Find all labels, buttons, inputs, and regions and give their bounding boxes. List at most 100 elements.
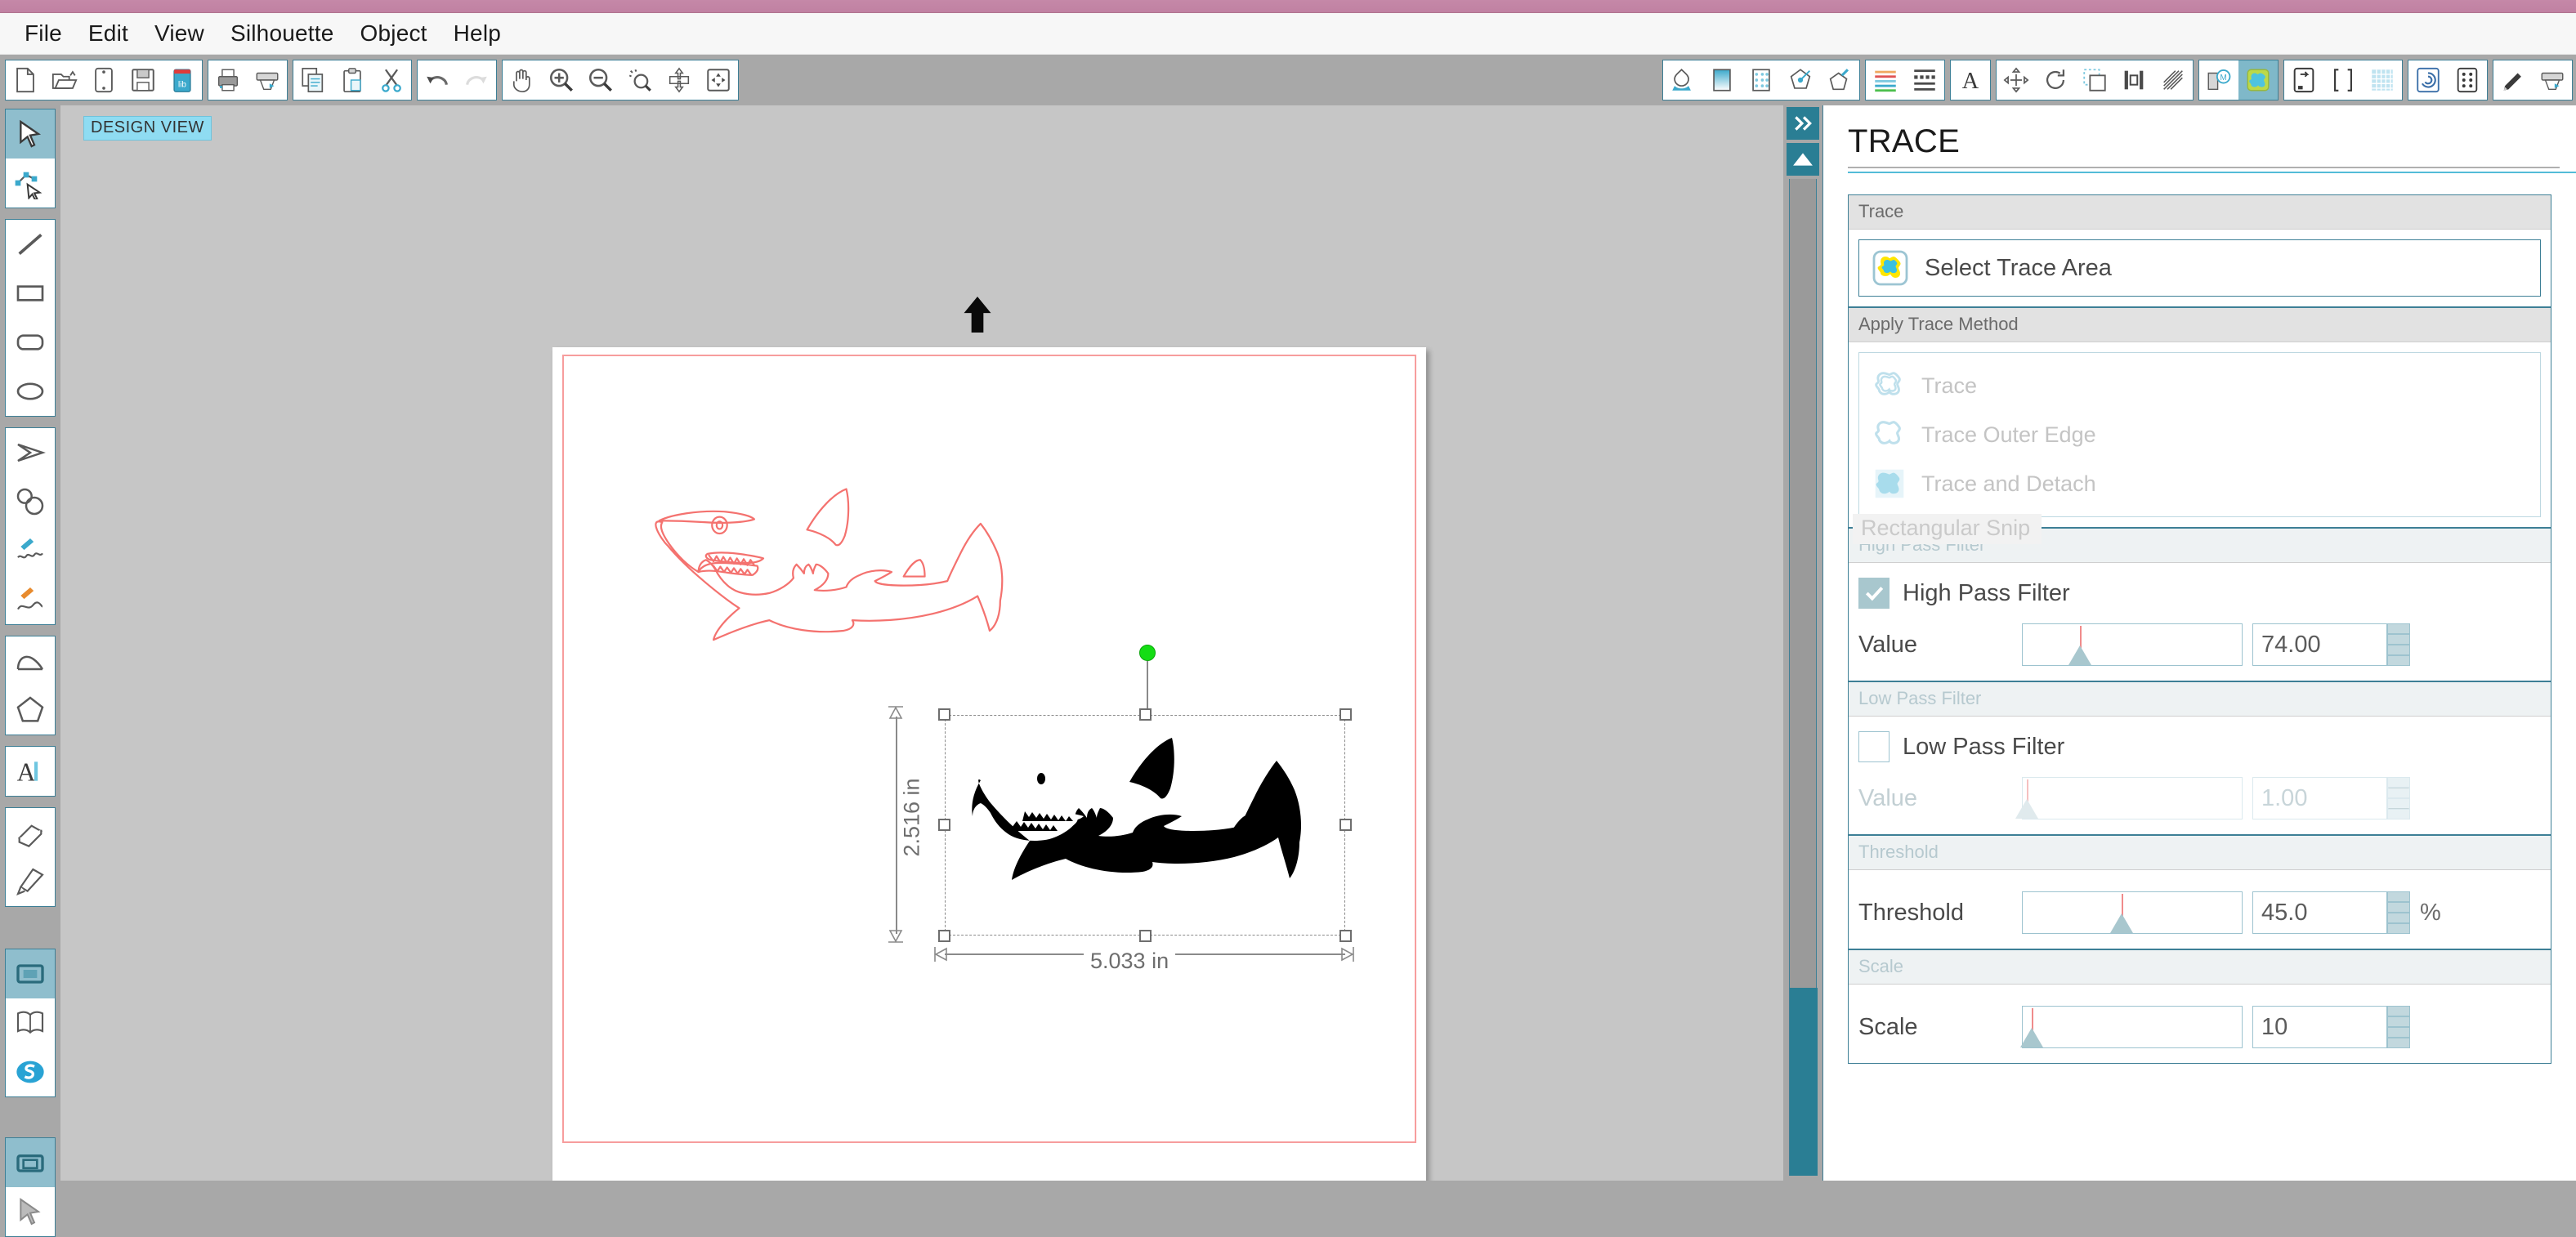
open-document-icon[interactable] — [45, 60, 84, 100]
gradient-fill-icon[interactable] — [1702, 60, 1742, 100]
scale-input[interactable]: 10 — [2252, 1006, 2387, 1048]
print-icon[interactable] — [208, 60, 248, 100]
high-pass-value-stepper[interactable] — [2387, 623, 2410, 666]
stepper-down[interactable] — [2387, 645, 2410, 666]
low-pass-value-stepper[interactable] — [2387, 777, 2410, 819]
high-pass-value-slider[interactable] — [2022, 623, 2243, 666]
panel-scrollbar-track[interactable] — [1789, 179, 1818, 1176]
page-setup-icon[interactable] — [2284, 60, 2323, 100]
text-tool[interactable]: A — [6, 747, 55, 796]
zoom-out-icon[interactable] — [581, 60, 620, 100]
store-tool[interactable] — [6, 1047, 55, 1096]
design-canvas[interactable]: DESIGN VIEW 5.033 in 2.516 in — [60, 105, 1783, 1181]
menu-item-view[interactable]: View — [141, 19, 217, 48]
line-tool[interactable] — [6, 220, 55, 269]
menu-item-help[interactable]: Help — [441, 19, 514, 48]
high-pass-value-input[interactable]: 74.00 — [2252, 623, 2387, 666]
transform-icon[interactable] — [1997, 60, 2036, 100]
polygon-tool[interactable] — [6, 428, 55, 477]
trace-method-button[interactable]: Trace — [1871, 361, 2529, 410]
save-icon[interactable] — [123, 60, 163, 100]
draw-smooth-freehand-tool[interactable] — [6, 575, 55, 624]
expand-panels-icon[interactable] — [1787, 107, 1819, 140]
draw-freehand-tool[interactable] — [6, 526, 55, 575]
fit-to-page-icon[interactable] — [660, 60, 699, 100]
zoom-in-icon[interactable] — [542, 60, 581, 100]
design-page[interactable]: 5.033 in 2.516 in — [552, 347, 1426, 1181]
save-as-icon[interactable] — [84, 60, 123, 100]
trace-outer-edge-button[interactable]: Trace Outer Edge — [1871, 410, 2529, 459]
library-tool[interactable] — [6, 998, 55, 1047]
stepper-down[interactable] — [2387, 798, 2410, 819]
low-pass-value-slider[interactable] — [2015, 777, 2243, 819]
scale-stepper[interactable] — [2387, 1006, 2410, 1048]
select-trace-area-button[interactable]: Select Trace Area — [1858, 239, 2541, 297]
selected-object[interactable]: 5.033 in 2.516 in — [888, 645, 1354, 974]
stepper-up[interactable] — [2387, 1006, 2410, 1027]
cursor-extra-tool[interactable] — [6, 1187, 55, 1236]
cut-settings-icon[interactable] — [2493, 60, 2533, 100]
resize-handle-e[interactable] — [1339, 819, 1352, 831]
registration-marks-icon[interactable] — [2408, 60, 2448, 100]
rotate-handle[interactable] — [1139, 645, 1156, 661]
stepper-up[interactable] — [2387, 891, 2410, 913]
knife-tool[interactable] — [6, 857, 55, 906]
align-icon[interactable] — [2114, 60, 2153, 100]
trace-and-detach-button[interactable]: Trace and Detach — [1871, 459, 2529, 508]
send-to-silhouette-icon[interactable] — [248, 60, 287, 100]
resize-handle-w[interactable] — [938, 819, 950, 831]
black-shark-shape[interactable] — [969, 736, 1321, 918]
redo-icon[interactable] — [457, 60, 496, 100]
menu-item-object[interactable]: Object — [347, 19, 441, 48]
resize-handle-se[interactable] — [1339, 930, 1352, 942]
pixscan-icon[interactable]: M — [2199, 60, 2238, 100]
low-pass-value-input[interactable]: 1.00 — [2252, 777, 2387, 819]
stepper-down[interactable] — [2387, 913, 2410, 934]
traced-shark-outline[interactable] — [626, 470, 1018, 645]
stipple-icon[interactable] — [1905, 60, 1944, 100]
arc-tool[interactable] — [6, 636, 55, 685]
regular-polygon-tool[interactable] — [6, 685, 55, 735]
stepper-down[interactable] — [2387, 1027, 2410, 1048]
copy-icon[interactable] — [293, 60, 333, 100]
send-panel-icon[interactable] — [2533, 60, 2572, 100]
zoom-selection-icon[interactable] — [620, 60, 660, 100]
sketch-pen-icon[interactable] — [1820, 60, 1859, 100]
panel-scrollbar-thumb[interactable] — [1790, 988, 1818, 1176]
menu-item-file[interactable]: File — [11, 19, 75, 48]
offset-icon[interactable] — [2075, 60, 2114, 100]
scroll-up-icon[interactable] — [1787, 143, 1819, 176]
trace-icon[interactable] — [2238, 60, 2278, 100]
stepper-up[interactable] — [2387, 623, 2410, 645]
menu-item-edit[interactable]: Edit — [75, 19, 141, 48]
text-style-icon[interactable]: A — [1951, 60, 1990, 100]
fill-color-icon[interactable] — [1663, 60, 1702, 100]
rectangle-tool[interactable] — [6, 269, 55, 318]
cutting-mat-icon[interactable] — [2323, 60, 2363, 100]
fit-to-window-icon[interactable] — [699, 60, 738, 100]
resize-handle-ne[interactable] — [1339, 708, 1352, 721]
line-color-icon[interactable] — [1781, 60, 1820, 100]
edit-points-tool[interactable] — [6, 159, 55, 208]
print-bleed-icon[interactable] — [2448, 60, 2487, 100]
threshold-input[interactable]: 45.0 — [2252, 891, 2387, 934]
eraser-tool[interactable] — [6, 808, 55, 857]
paste-icon[interactable] — [333, 60, 372, 100]
pattern-fill-icon[interactable] — [1742, 60, 1781, 100]
modify-icon[interactable] — [2153, 60, 2193, 100]
resize-handle-nw[interactable] — [938, 708, 950, 721]
menu-item-silhouette[interactable]: Silhouette — [217, 19, 347, 48]
high-pass-filter-checkbox[interactable] — [1858, 578, 1890, 609]
library-icon[interactable]: lib — [163, 60, 202, 100]
resize-handle-n[interactable] — [1139, 708, 1152, 721]
curve-shape-tool[interactable] — [6, 477, 55, 526]
ellipse-tool[interactable] — [6, 367, 55, 416]
line-style-icon[interactable] — [1866, 60, 1905, 100]
rounded-rectangle-tool[interactable] — [6, 318, 55, 367]
threshold-stepper[interactable] — [2387, 891, 2410, 934]
low-pass-filter-checkbox[interactable] — [1858, 731, 1890, 762]
send-page-tool[interactable] — [6, 1138, 55, 1187]
threshold-slider[interactable] — [2022, 891, 2243, 934]
select-tool[interactable] — [6, 109, 55, 159]
cut-icon[interactable] — [372, 60, 411, 100]
